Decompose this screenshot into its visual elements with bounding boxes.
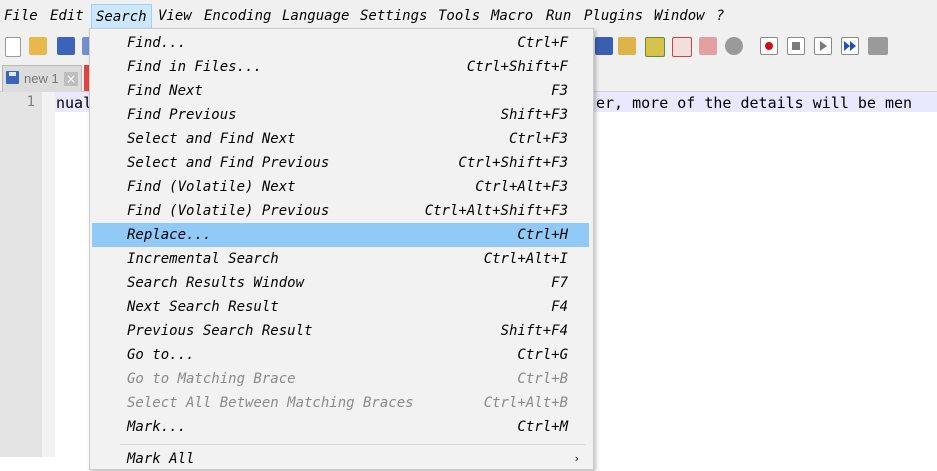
document-map-icon[interactable] [672,37,692,57]
submenu-arrow-icon: › [574,452,579,465]
show-all-characters-icon[interactable] [618,37,636,55]
play-macro-icon[interactable] [814,37,832,55]
menu-settings[interactable]: Settings [360,6,427,26]
close-icon[interactable]: × [64,72,78,86]
tab-label: new 1 [24,71,59,86]
menu-edit[interactable]: Edit [50,6,84,26]
stop-macro-icon[interactable] [787,37,805,55]
menu-item-go-to-matching-brace: Go to Matching Brace Ctrl+B [127,371,568,387]
word-wrap-icon[interactable] [595,37,613,55]
menu-item-mark[interactable]: Mark... Ctrl+M [92,415,589,439]
run-macro-multiple-icon[interactable] [841,37,859,55]
menu-item-next-search-result[interactable]: Next Search Result F4 [92,295,589,319]
menu-item-find-in-files[interactable]: Find in Files... Ctrl+Shift+F [92,55,589,79]
menu-plugins[interactable]: Plugins [584,6,643,26]
menu-item-find-previous[interactable]: Find Previous Shift+F3 [92,103,589,127]
menu-separator [120,444,586,445]
search-menu-dropdown: Find... Ctrl+F Find in Files... Ctrl+Shift… [89,28,594,470]
menu-view[interactable]: View [158,6,192,26]
menu-item-incremental-search[interactable]: Incremental Search Ctrl+Alt+I [92,247,589,271]
menu-language[interactable]: Language [282,6,349,26]
menu-macro[interactable]: Macro [491,6,533,26]
menu-item-replace[interactable]: Replace... Ctrl+H [92,223,589,247]
open-folder-icon[interactable] [29,37,47,55]
menu-item-go-to[interactable]: Go to... Ctrl+G [92,343,589,367]
menu-item-previous-search-result[interactable]: Previous Search Result Shift+F4 [92,319,589,343]
line-number: 1 [26,94,35,110]
menu-item-mark-all[interactable]: Mark All › [92,447,589,471]
menu-window[interactable]: Window [654,6,705,26]
menu-item-select-all-between-braces: Select All Between Matching Braces Ctrl+A… [127,395,568,411]
indent-guide-icon[interactable] [645,37,665,57]
menu-item-find-volatile-next[interactable]: Find (Volatile) Next Ctrl+Alt+F3 [92,175,589,199]
menu-help[interactable]: ? [716,6,724,26]
record-macro-icon[interactable] [760,37,778,55]
menu-file[interactable]: File [4,6,38,26]
fold-margin[interactable] [42,92,55,457]
folder-as-workspace-icon[interactable] [725,37,743,55]
menu-item-select-and-find-previous[interactable]: Select and Find Previous Ctrl+Shift+F3 [92,151,589,175]
menu-search[interactable]: Search [91,4,152,30]
menu-encoding[interactable]: Encoding [204,6,271,26]
editor-text-right[interactable]: er, more of the details will be men [596,94,912,112]
editor-text-left[interactable]: nual [56,94,92,112]
function-list-icon[interactable] [699,37,717,55]
menu-item-select-and-find-next[interactable]: Select and Find Next Ctrl+F3 [92,127,589,151]
save-icon[interactable] [57,37,75,55]
menu-item-find-volatile-previous[interactable]: Find (Volatile) Previous Ctrl+Alt+Shift+F… [92,199,589,223]
new-file-icon[interactable] [5,37,21,57]
menu-item-search-results-window[interactable]: Search Results Window F7 [92,271,589,295]
menu-tools[interactable]: Tools [438,6,480,26]
menu-item-find-next[interactable]: Find Next F3 [92,79,589,103]
save-macro-icon[interactable] [868,37,888,55]
tab-new-1[interactable]: new 1 × [2,65,82,92]
menu-run[interactable]: Run [546,6,571,26]
menu-item-find[interactable]: Find... Ctrl+F [92,31,589,55]
unsaved-file-icon [6,71,19,84]
